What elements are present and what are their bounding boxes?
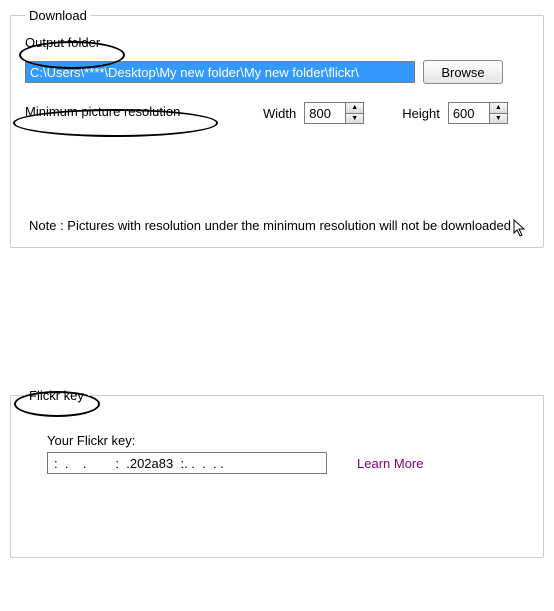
cursor-icon <box>513 219 529 239</box>
width-input[interactable] <box>305 103 345 123</box>
output-folder-input[interactable] <box>25 61 415 83</box>
your-flickr-key-label: Your Flickr key: <box>47 433 515 448</box>
browse-button[interactable]: Browse <box>423 60 503 84</box>
spin-up-icon[interactable]: ▲ <box>346 103 363 114</box>
height-label: Height <box>402 106 440 121</box>
height-input[interactable] <box>449 103 489 123</box>
spin-down-icon[interactable]: ▼ <box>346 114 363 124</box>
download-group: Download Output folder Browse Minimum pi… <box>10 8 544 248</box>
spin-down-icon[interactable]: ▼ <box>490 114 507 124</box>
flickr-group: Flickr key Your Flickr key: Learn More <box>10 388 544 558</box>
height-spinner[interactable]: ▲ ▼ <box>448 102 508 124</box>
spin-up-icon[interactable]: ▲ <box>490 103 507 114</box>
min-resolution-label: Minimum picture resolution <box>25 104 225 119</box>
learn-more-link[interactable]: Learn More <box>357 456 423 471</box>
width-label: Width <box>263 106 296 121</box>
flickr-key-input[interactable] <box>47 452 327 474</box>
flickr-legend: Flickr key <box>25 388 88 403</box>
note-text: Note : Pictures with resolution under th… <box>29 218 511 233</box>
download-legend: Download <box>25 8 91 23</box>
width-spinner[interactable]: ▲ ▼ <box>304 102 364 124</box>
output-folder-label: Output folder <box>25 35 100 50</box>
